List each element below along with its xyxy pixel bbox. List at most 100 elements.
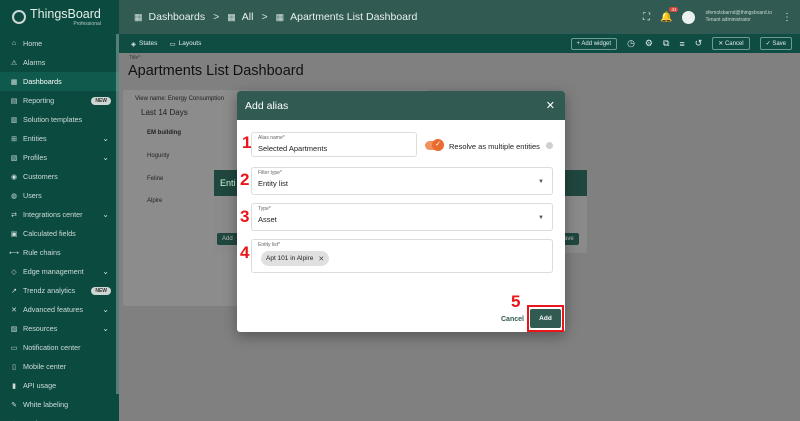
sidebar-item-notification-center[interactable]: ▭ Notification center xyxy=(0,338,119,357)
calc-icon: ▣ xyxy=(10,230,18,238)
filter-type-select[interactable]: Filter type* Entity list ▼ xyxy=(251,167,553,195)
user-menu[interactable] xyxy=(682,10,696,24)
entity-aliases-icon[interactable]: ⧉ xyxy=(663,38,669,49)
chip-remove-icon[interactable]: ✕ xyxy=(318,255,324,263)
user-email: sfemolsbarnd@thingsboard.io xyxy=(705,10,772,16)
trendz-icon: ↗ xyxy=(11,287,17,295)
type-select[interactable]: Type* Asset ▼ xyxy=(251,203,553,231)
settings-gear-icon[interactable]: ⚙ xyxy=(645,38,653,49)
layouts-button[interactable]: ▭ Layouts xyxy=(157,40,201,48)
dashboard-icon: ▦ xyxy=(10,78,18,86)
entity-aliases-add-button[interactable]: Add xyxy=(217,233,238,245)
home-icon: ⌂ xyxy=(11,40,17,47)
sidebar-item-label: Integrations center xyxy=(23,210,83,219)
brand-logo[interactable]: ThingsBoard Professional xyxy=(0,0,119,34)
customers-icon: ◉ xyxy=(10,173,18,181)
timewindow-icon[interactable]: ◷ xyxy=(627,38,635,49)
step-marker-4: 4 xyxy=(240,243,250,262)
sidebar-item-label: Entities xyxy=(23,134,47,143)
user-info[interactable]: sfemolsbarnd@thingsboard.io Tenant admin… xyxy=(705,10,772,24)
sidebar-item-api-usage[interactable]: ▮ API usage xyxy=(0,376,119,395)
sidebar-item-label: Dashboards xyxy=(23,77,62,86)
sidebar-item-customers[interactable]: ◉ Customers xyxy=(0,167,119,186)
toolbar-actions: + Add widget ◷ ⚙ ⧉ ≡ ↺ ✕ Cancel ✓ Save xyxy=(570,34,792,53)
sidebar-item-dashboards[interactable]: ▦ Dashboards xyxy=(0,72,119,91)
sidebar-item-edge-management[interactable]: ◇ Edge management ⌄ xyxy=(0,262,119,281)
add-alias-dialog: Add alias ✕ 1 Alias name* Selected Apart… xyxy=(237,91,565,332)
info-icon[interactable] xyxy=(546,142,553,149)
sidebar-item-label: Home xyxy=(23,39,43,48)
save-dashboard-button[interactable]: ✓ Save xyxy=(759,37,792,50)
dashboard-title[interactable]: Apartments List Dashboard xyxy=(128,63,304,79)
notifications-bell-icon[interactable]: 🔔 41 xyxy=(660,6,679,23)
widget-row: Alpire xyxy=(147,198,163,204)
edge-icon: ◇ xyxy=(11,268,17,276)
entities-icon: ⊞ xyxy=(11,135,17,143)
sidebar-item-mobile-center[interactable]: ▯ Mobile center xyxy=(0,357,119,376)
sidebar-item-solution-templates[interactable]: ▥ Solution templates xyxy=(0,110,119,129)
notification-icon: ▭ xyxy=(10,344,18,352)
sidebar-item-label: White labeling xyxy=(23,400,69,409)
sidebar-item-home[interactable]: ⌂ Home xyxy=(0,34,119,53)
alias-name-field[interactable]: Alias name* Selected Apartments xyxy=(251,132,417,157)
breadcrumb-separator: > xyxy=(213,11,220,23)
top-header: ▦ Dashboards > ▦ All > ▦ Apartments List… xyxy=(119,0,800,34)
more-vert-icon[interactable]: ⋮ xyxy=(782,12,792,23)
sidebar-item-calculated-fields[interactable]: ▣ Calculated fields xyxy=(0,224,119,243)
sidebar: ThingsBoard Professional ⌂ Home ⚠ Alarms ▦ Da… xyxy=(0,0,119,421)
entity-chip-label: Apt 101 in Alpire xyxy=(266,255,314,262)
layouts-icon: ▭ xyxy=(169,40,176,48)
dropdown-arrow-icon: ▼ xyxy=(538,179,544,185)
dashboard-toolbar: ◈ States ▭ Layouts + Add widget ◷ ⚙ ⧉ ≡ … xyxy=(119,34,800,53)
sidebar-item-advanced-features[interactable]: ✕ Advanced features ⌄ xyxy=(0,300,119,319)
sidebar-item-label: Customers xyxy=(23,172,58,181)
sidebar-item-label: Resources xyxy=(23,324,58,333)
users-icon: ◍ xyxy=(10,192,18,200)
resolve-multiple-toggle[interactable]: ✓ xyxy=(425,139,444,151)
sidebar-item-resources[interactable]: ▨ Resources ⌄ xyxy=(0,319,119,338)
close-icon[interactable]: ✕ xyxy=(546,99,555,112)
breadcrumb-current: Apartments List Dashboard xyxy=(290,11,418,23)
fullscreen-icon[interactable]: ⛶ xyxy=(643,12,650,23)
sidebar-item-label: Rule chains xyxy=(23,248,61,257)
sidebar-item-profiles[interactable]: ▧ Profiles ⌄ xyxy=(0,148,119,167)
layers-icon: ◈ xyxy=(131,40,136,48)
sidebar-item-white-labeling[interactable]: ✎ White labeling xyxy=(0,395,119,414)
profiles-icon: ▧ xyxy=(10,154,18,162)
step-marker-2: 2 xyxy=(240,170,250,189)
step-marker-5: 5 xyxy=(511,292,521,311)
sidebar-item-label: Edge management xyxy=(23,267,84,276)
sidebar-item-alarms[interactable]: ⚠ Alarms xyxy=(0,53,119,72)
resolve-multiple-label: Resolve as multiple entities xyxy=(449,142,540,151)
entity-chip[interactable]: Apt 101 in Alpire ✕ xyxy=(261,251,330,266)
sidebar-item-settings[interactable]: ⚙Settings xyxy=(0,414,119,421)
add-widget-button[interactable]: + Add widget xyxy=(570,37,618,50)
add-button[interactable]: Add xyxy=(530,309,561,328)
title-field-label: Title* xyxy=(129,55,141,61)
dashboard-icon: ▦ xyxy=(275,11,285,22)
cancel-edit-button[interactable]: ✕ Cancel xyxy=(712,37,750,50)
sidebar-item-trendz-analytics[interactable]: ↗ Trendz analytics NEW xyxy=(0,281,119,300)
type-value: Asset xyxy=(258,215,277,224)
history-icon[interactable]: ↺ xyxy=(695,38,703,49)
sidebar-item-integrations-center[interactable]: ⇄ Integrations center ⌄ xyxy=(0,205,119,224)
sidebar-item-label: Mobile center xyxy=(23,362,67,371)
alarm-icon: ⚠ xyxy=(10,59,18,67)
filters-icon[interactable]: ≡ xyxy=(679,39,684,49)
alias-name-label: Alias name* xyxy=(258,135,285,141)
breadcrumb-dashboards[interactable]: Dashboards xyxy=(149,11,206,23)
sidebar-item-reporting[interactable]: ▤ Reporting NEW xyxy=(0,91,119,110)
chevron-down-icon: ⌄ xyxy=(102,210,109,219)
sidebar-item-rule-chains[interactable]: ⟷ Rule chains xyxy=(0,243,119,262)
sidebar-item-users[interactable]: ◍ Users xyxy=(0,186,119,205)
breadcrumb-all[interactable]: All xyxy=(242,11,254,23)
states-button[interactable]: ◈ States xyxy=(119,40,157,48)
sidebar-item-label: Advanced features xyxy=(23,305,83,314)
chevron-down-icon: ⌄ xyxy=(102,134,109,143)
sidebar-item-entities[interactable]: ⊞ Entities ⌄ xyxy=(0,129,119,148)
cancel-button[interactable]: Cancel xyxy=(501,316,524,323)
mobile-icon: ▯ xyxy=(12,363,16,371)
header-actions: ⛶ 🔔 41 sfemolsbarnd@thingsboard.io Tenant… xyxy=(643,0,792,34)
new-badge: NEW xyxy=(91,286,111,295)
sidebar-item-label: Reporting xyxy=(23,96,55,105)
